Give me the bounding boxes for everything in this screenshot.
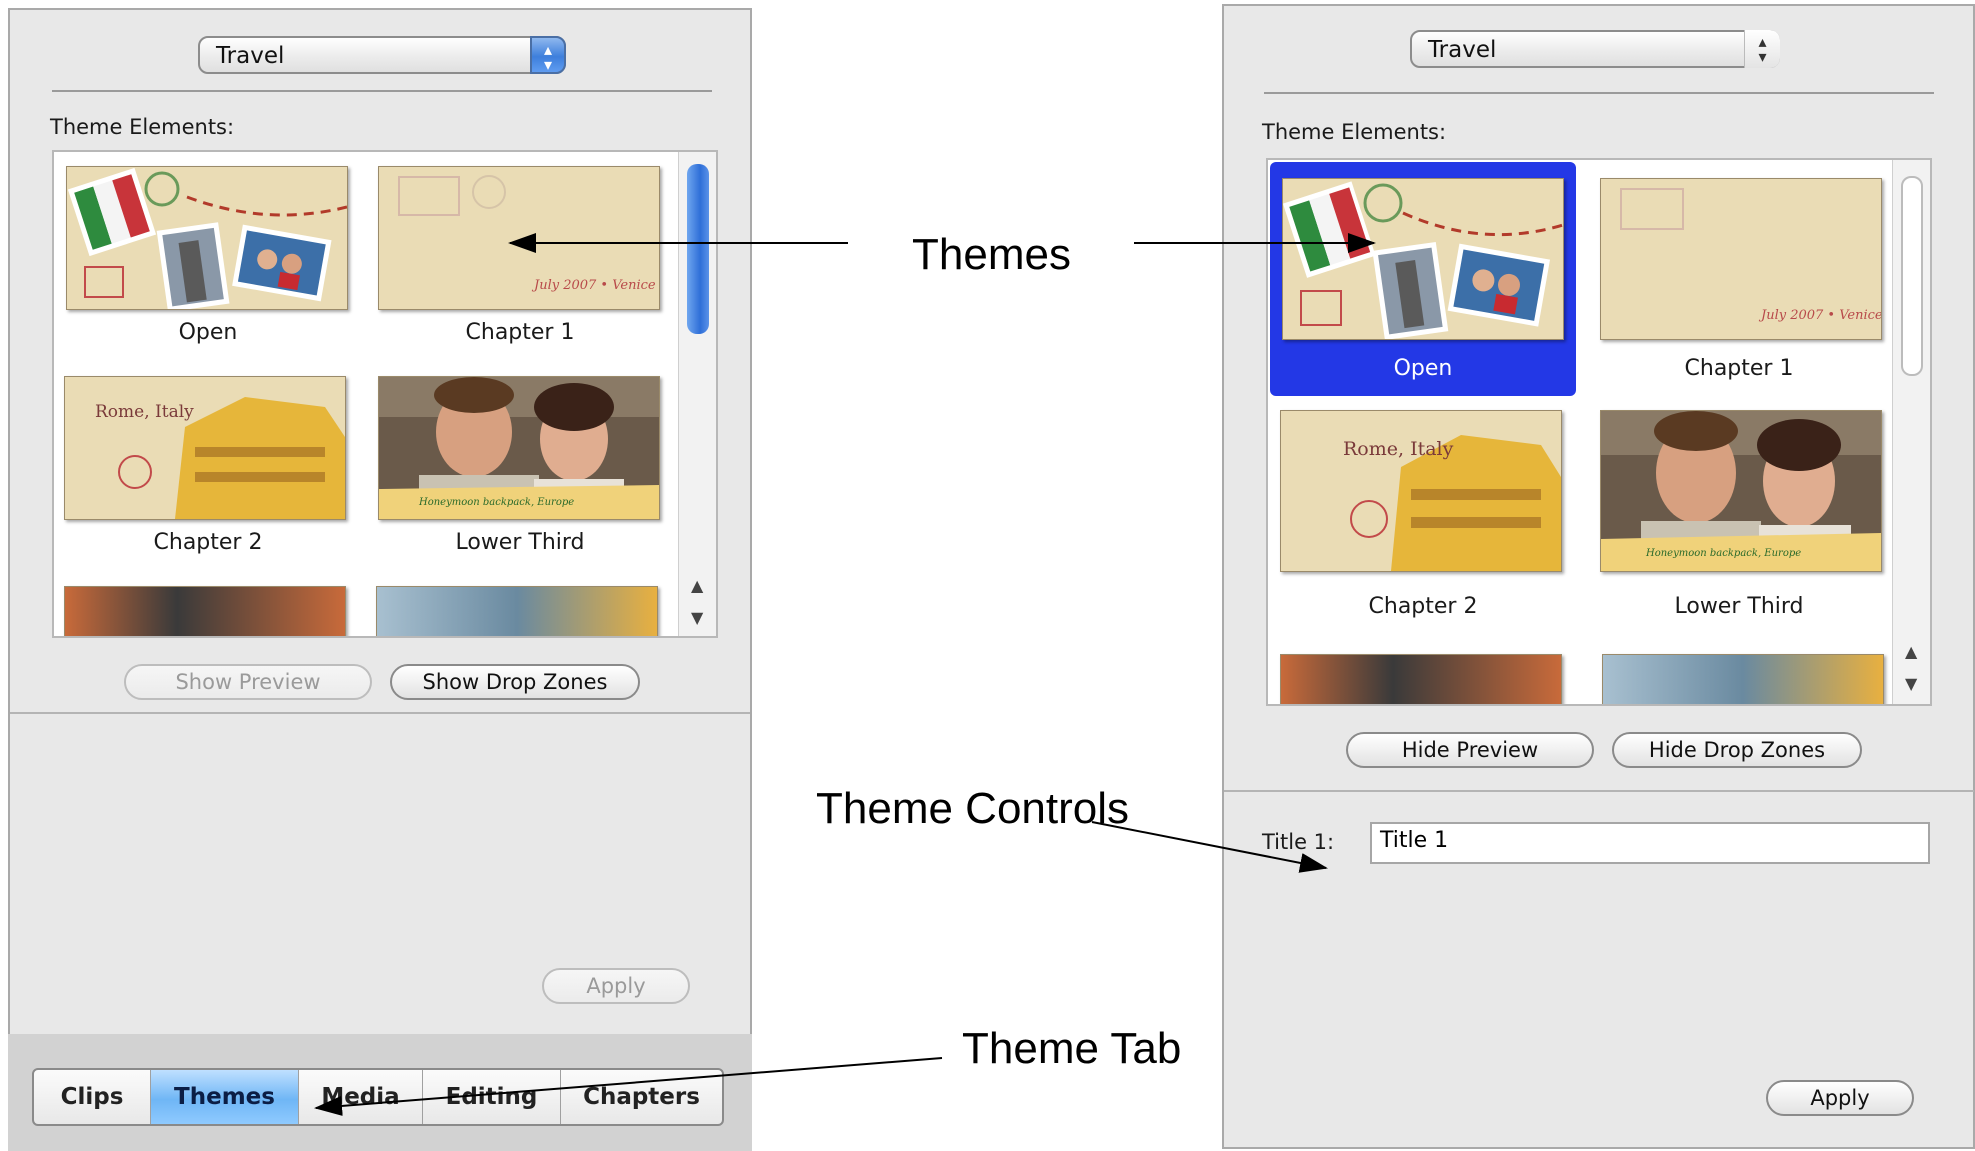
tab-bar: Clips Themes Media Editing Chapters [32,1068,724,1126]
lower-third-image: Honeymoon backpack, Europe [1601,411,1881,571]
theme-elements-label: Theme Elements: [50,115,235,139]
right-theme-panel: Travel ▴ ▾ Theme Elements: Open July 200… [1222,4,1975,1149]
element-label-chapter-2: Chapter 2 [1368,594,1478,619]
chapter-2-image: Rome, Italy [1281,411,1561,571]
open-thumbnail [1282,178,1564,340]
theme-element-lower-third[interactable]: Honeymoon backpack, Europe Lower Third [1586,404,1892,638]
tab-themes[interactable]: Themes [151,1070,299,1124]
theme-set-value: Travel [1428,37,1497,63]
lower-third-caption: Honeymoon backpack, Europe [418,497,574,508]
theme-element-chapter-1[interactable]: July 2007 • Venice Chapter 1 [372,160,668,360]
element-label-chapter-1: Chapter 1 [1684,356,1794,381]
open-collage-image [1283,179,1563,339]
lower-third-thumbnail: Honeymoon backpack, Europe [378,376,660,520]
chapter-1-thumbnail: July 2007 • Venice [378,166,660,310]
theme-elements-grid: Open July 2007 • Venice Chapter 1 Rome, … [1266,158,1932,706]
theme-set-popup[interactable]: Travel ▴ ▾ [198,36,566,74]
theme-element-chapter-1[interactable]: July 2007 • Venice Chapter 1 [1586,162,1892,396]
scroll-down-icon[interactable]: ▼ [1905,674,1917,693]
partial-thumbnail-right [376,586,658,636]
vertical-scrollbar[interactable]: ▲ ▼ [1892,160,1930,704]
annotation-themes: Themes [912,230,1071,279]
chapter-2-image: Rome, Italy [65,377,345,519]
element-label-chapter-1: Chapter 1 [465,320,575,345]
lower-third-caption: Honeymoon backpack, Europe [1645,548,1801,559]
popup-arrows-icon: ▴ ▾ [1744,30,1780,68]
chapter-2-caption: Rome, Italy [95,402,194,422]
tab-chapters[interactable]: Chapters [561,1070,722,1124]
annotation-theme-controls: Theme Controls [816,784,1130,833]
theme-element-chapter-2[interactable]: Rome, Italy Chapter 2 [60,370,356,570]
title-1-label: Title 1: [1262,830,1335,854]
tab-media[interactable]: Media [299,1070,423,1124]
divider [1264,92,1934,94]
scroll-up-icon[interactable]: ▲ [691,576,703,595]
scroll-up-icon[interactable]: ▲ [1905,642,1917,661]
partial-thumbnail-left [64,586,346,636]
theme-element-chapter-2[interactable]: Rome, Italy Chapter 2 [1270,404,1576,638]
element-label-lower-third: Lower Third [1674,594,1804,619]
title-1-field[interactable]: Title 1 [1370,822,1930,864]
open-thumbnail [66,166,348,310]
open-collage-image [67,167,347,309]
element-label-open: Open [178,320,238,345]
chapter-1-thumbnail: July 2007 • Venice [1600,178,1882,340]
chapter-2-thumbnail: Rome, Italy [1280,410,1562,572]
hide-drop-zones-button[interactable]: Hide Drop Zones [1612,732,1862,768]
tab-editing[interactable]: Editing [423,1070,561,1124]
scroll-down-icon[interactable]: ▼ [691,608,703,627]
apply-button[interactable]: Apply [1766,1080,1914,1116]
element-label-chapter-2: Chapter 2 [153,530,263,555]
tab-clips[interactable]: Clips [34,1070,151,1124]
left-theme-panel: Travel ▴ ▾ Theme Elements: Open July 200… [8,8,752,1151]
divider [52,90,712,92]
theme-set-popup[interactable]: Travel ▴ ▾ [1410,30,1780,68]
scrollbar-thumb[interactable] [1901,176,1923,376]
chapter-1-image: July 2007 • Venice [1601,179,1881,339]
theme-element-open[interactable]: Open [1270,162,1576,396]
element-label-open: Open [1393,356,1453,381]
chapter-1-caption: July 2007 • Venice [1758,308,1881,323]
scrollbar-thumb[interactable] [687,164,709,334]
chapter-1-image: July 2007 • Venice [379,167,659,309]
partial-thumbnail-right [1602,654,1884,704]
theme-element-open[interactable]: Open [60,160,356,360]
divider [1224,790,1974,792]
show-preview-button[interactable]: Show Preview [124,664,372,700]
element-label-lower-third: Lower Third [455,530,585,555]
lower-third-thumbnail: Honeymoon backpack, Europe [1600,410,1882,572]
theme-elements-label: Theme Elements: [1262,120,1447,144]
annotation-theme-tab: Theme Tab [962,1024,1182,1073]
show-drop-zones-button[interactable]: Show Drop Zones [390,664,640,700]
theme-elements-grid: Open July 2007 • Venice Chapter 1 Rome, … [52,150,718,638]
apply-button[interactable]: Apply [542,968,690,1004]
chapter-2-thumbnail: Rome, Italy [64,376,346,520]
divider [10,712,750,714]
chapter-2-caption: Rome, Italy [1343,438,1454,460]
vertical-scrollbar[interactable]: ▲ ▼ [678,152,716,636]
chapter-1-caption: July 2007 • Venice [531,278,656,293]
hide-preview-button[interactable]: Hide Preview [1346,732,1594,768]
partial-thumbnail-left [1280,654,1562,704]
popup-arrows-icon: ▴ ▾ [530,36,566,74]
theme-set-value: Travel [216,43,285,69]
theme-element-lower-third[interactable]: Honeymoon backpack, Europe Lower Third [372,370,668,570]
lower-third-image: Honeymoon backpack, Europe [379,377,659,519]
